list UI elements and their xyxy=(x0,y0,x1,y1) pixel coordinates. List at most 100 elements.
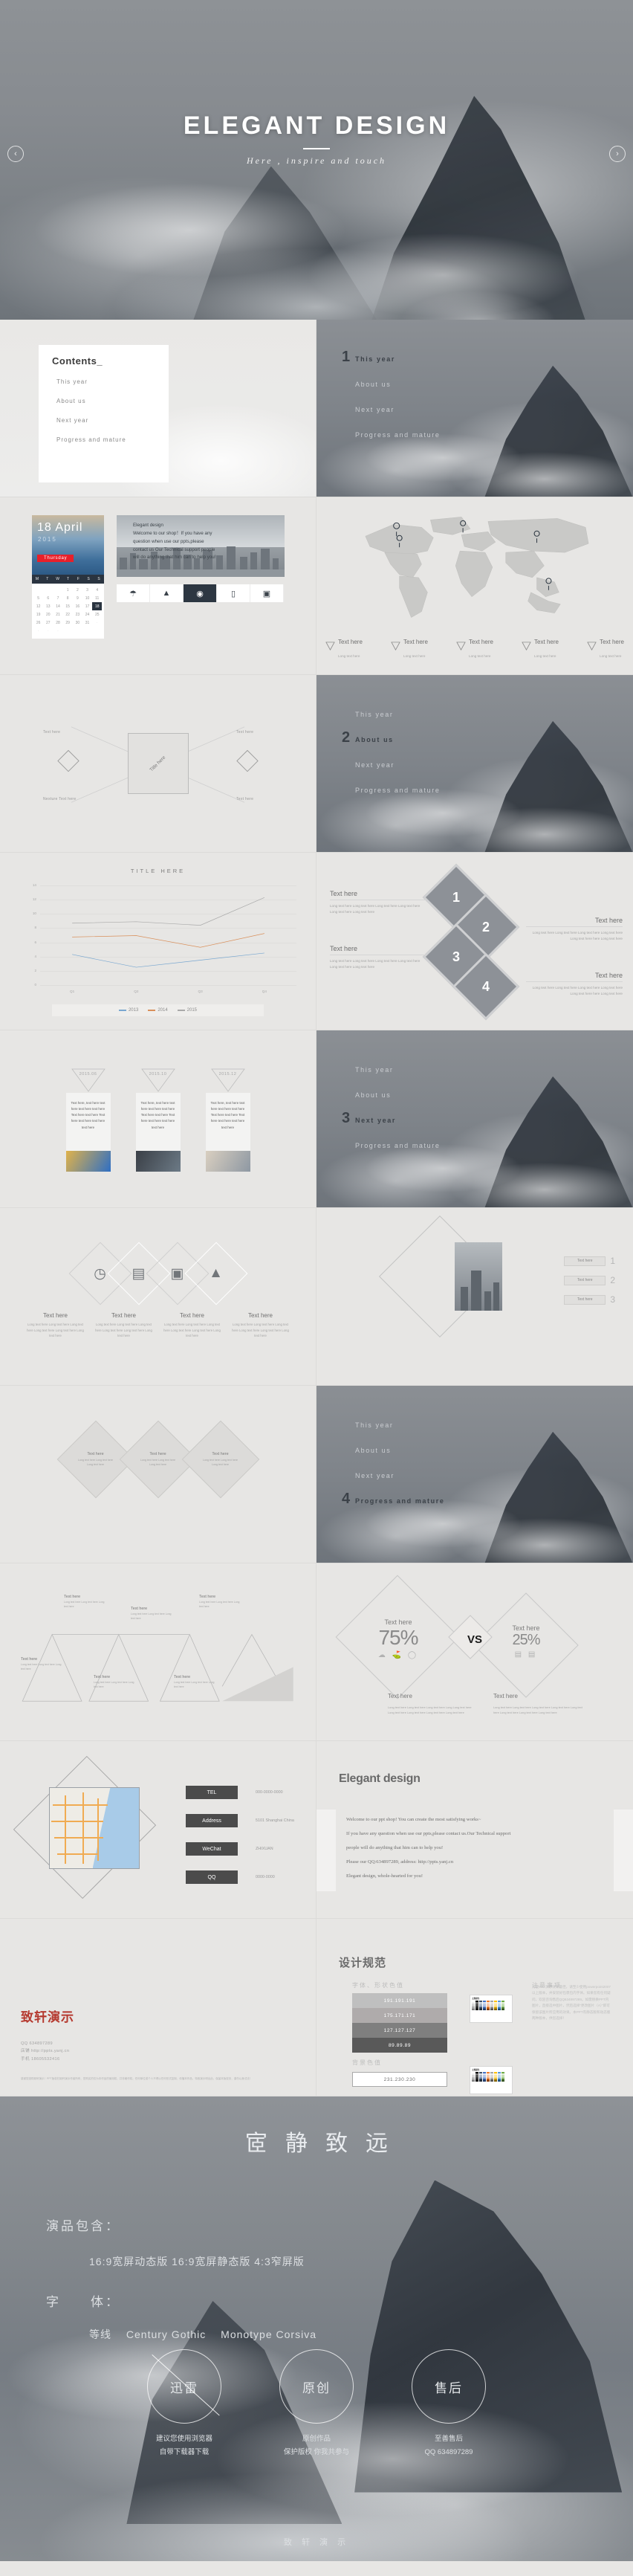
slide-contents[interactable]: Contents_ This year About us Next year P… xyxy=(0,320,316,497)
map-widget[interactable] xyxy=(13,1755,157,1899)
slide-contact-map[interactable]: TEL 000-0000-0000 Address 5101 Shanghai Ch… xyxy=(0,1741,316,1919)
calendar-day[interactable]: 5 xyxy=(33,594,43,602)
calendar-day[interactable]: 11 xyxy=(92,594,102,602)
calendar-day[interactable]: 30 xyxy=(73,619,82,627)
agenda-item-active[interactable]: 3 Next year xyxy=(316,1110,473,1128)
slide-divider-1[interactable]: 1 This year About us Next year Progress … xyxy=(316,320,633,497)
calendar-day[interactable]: 9 xyxy=(73,594,82,602)
slide-icon-diamonds[interactable]: ◷ ▤ ▣ ▲ Text here Long text here Long tex… xyxy=(0,1208,316,1386)
promo-circle-original[interactable]: 原创 xyxy=(279,2349,354,2424)
icon-toolbar[interactable]: ☂ ▲ ◉ ▯ ▣ xyxy=(117,584,284,602)
calendar-widget[interactable]: 18 April 2015 Thursday M T W T F S S 123… xyxy=(32,515,104,639)
slide-world-map[interactable]: Text here Long text here Text here Long tex… xyxy=(316,497,633,675)
calendar-day[interactable]: 1 xyxy=(63,586,73,594)
trio-diamond[interactable]: Text here Long text here Long text here L… xyxy=(119,1420,197,1499)
agenda-item[interactable]: Next year xyxy=(355,761,440,769)
calendar-day[interactable]: 24 xyxy=(82,610,92,619)
contents-card: Contents_ This year About us Next year P… xyxy=(39,345,169,482)
slide-photo-list[interactable]: Text here 1 Text here 2 Text here 3 xyxy=(316,1208,633,1386)
calendar-day[interactable]: 29 xyxy=(63,619,73,627)
agenda-item[interactable]: This year xyxy=(355,1421,444,1429)
agenda-item[interactable]: Next year xyxy=(355,1472,444,1479)
calendar-day[interactable]: 26 xyxy=(33,619,43,627)
calendar-day[interactable]: 12 xyxy=(33,602,43,610)
promo-circle-thunder[interactable]: 迅雷 xyxy=(147,2349,221,2424)
x-axis-tick: Q2 xyxy=(134,990,139,993)
icon-diamond[interactable]: ▲ xyxy=(184,1242,247,1305)
trio-diamond[interactable]: Text here Long text here Long text here L… xyxy=(181,1420,259,1499)
list-item[interactable]: Text here 1 xyxy=(564,1256,615,1266)
slide-elegant-text[interactable]: Elegant design Welcome to our ppt shop! … xyxy=(316,1741,633,1919)
calendar-day[interactable]: 6 xyxy=(43,594,53,602)
slide-line-chart[interactable]: TITLE HERE 0 2 4 6 8 10 12 14 Q1 Q2 Q3 Q4 2013 2014 2… xyxy=(0,853,316,1030)
calendar-day[interactable]: 25 xyxy=(92,610,102,619)
caption-title: Text here xyxy=(594,917,623,924)
mountain-icon[interactable]: ▲ xyxy=(150,584,184,602)
calendar-day[interactable]: 8 xyxy=(63,594,73,602)
slide-numbered-diamonds[interactable]: 1 2 3 4 Text here Long text here Long te… xyxy=(316,853,633,1030)
agenda-item[interactable]: Progress and mature xyxy=(355,1142,440,1149)
slide-divider-3[interactable]: This year About us 3 Next year Progress … xyxy=(316,1030,633,1208)
calendar-day[interactable]: 3 xyxy=(82,586,92,594)
calendar-day[interactable]: 15 xyxy=(63,602,73,610)
timeline-card[interactable]: 2015.06 Text here, text here text here te… xyxy=(65,1068,111,1172)
list-item[interactable]: Next year xyxy=(56,417,169,424)
agenda-item-active[interactable]: 2 About us xyxy=(316,729,473,747)
calendar-day[interactable]: 27 xyxy=(43,619,53,627)
timeline-card[interactable]: 2015.12 Text here, text here text here te… xyxy=(205,1068,250,1172)
agenda-item[interactable]: Next year xyxy=(355,406,440,413)
calendar-day[interactable]: 2 xyxy=(73,586,82,594)
printer-icon[interactable]: ▣ xyxy=(250,584,284,602)
list-item[interactable]: Text here 2 xyxy=(564,1275,615,1285)
slide-design-spec[interactable]: 设计规范 字体、形状色值 191.191.191 175.171.171 127… xyxy=(316,1919,633,2096)
prev-arrow-icon[interactable]: ‹ xyxy=(7,146,24,162)
calendar-day[interactable]: 16 xyxy=(73,602,82,610)
slide-divider-2[interactable]: This year 2 About us Next year Progress … xyxy=(316,675,633,853)
calendar-day[interactable]: 4 xyxy=(92,586,102,594)
slide-calendar[interactable]: 18 April 2015 Thursday M T W T F S S 123… xyxy=(0,497,316,675)
slide-fishbone[interactable]: Text here Long text here Long text here L… xyxy=(0,1563,316,1741)
calendar-day[interactable]: 22 xyxy=(63,610,73,619)
slide-mindmap[interactable]: Title here Text here Text here Nexture T… xyxy=(0,675,316,853)
calendar-day-grid[interactable]: 1 2 3 4 5 6 7 8 9 10 11 12 13 14 15 16 17 18 19 20 21 22 23 24 2… xyxy=(32,584,104,639)
agenda-item[interactable]: About us xyxy=(355,1447,444,1454)
calendar-day[interactable]: 19 xyxy=(33,610,43,619)
slide-trio-diamonds[interactable]: Text here Long text here Long text here L… xyxy=(0,1386,316,1563)
slide-vs-comparison[interactable]: Text here 75% ☁ ⛳ ◯ Text here 25% ▤ ▤ VS… xyxy=(316,1563,633,1741)
camera-icon[interactable]: ◉ xyxy=(184,584,217,602)
agenda-item[interactable]: This year xyxy=(355,1066,440,1074)
list-item[interactable]: Progress and mature xyxy=(56,436,169,443)
agenda-item-active[interactable]: 4 Progress and mature xyxy=(316,1491,473,1508)
calendar-day[interactable]: 18 xyxy=(92,602,103,610)
slide-timeline[interactable]: 2015.06 Text here, text here text here te… xyxy=(0,1030,316,1208)
list-item[interactable]: About us xyxy=(56,398,169,404)
slide-divider-4[interactable]: This year About us Next year 4 Progress … xyxy=(316,1386,633,1563)
calendar-day[interactable]: 7 xyxy=(53,594,62,602)
calendar-day[interactable]: 23 xyxy=(73,610,82,619)
calendar-day[interactable]: 17 xyxy=(82,602,92,610)
calendar-day[interactable]: 21 xyxy=(53,610,62,619)
calendar-day[interactable]: 10 xyxy=(82,594,92,602)
caption-title: Text here xyxy=(330,945,358,952)
agenda-item[interactable]: About us xyxy=(355,381,440,388)
timeline-card[interactable]: 2015.10 Text here, text here text here te… xyxy=(135,1068,181,1172)
next-arrow-icon[interactable]: › xyxy=(609,146,626,162)
agenda-item[interactable]: Progress and mature xyxy=(355,787,440,794)
laptop-icon[interactable]: ▯ xyxy=(217,584,250,602)
agenda-item[interactable]: About us xyxy=(355,1091,440,1099)
list-item[interactable]: This year xyxy=(56,378,169,385)
list-item[interactable]: Text here 3 xyxy=(564,1294,615,1305)
calendar-day[interactable]: 31 xyxy=(82,619,92,627)
calendar-day[interactable]: 28 xyxy=(53,619,62,627)
mindmap-center-node[interactable]: Title here xyxy=(127,733,189,794)
calendar-day[interactable]: 13 xyxy=(43,602,53,610)
trio-diamond[interactable]: Text here Long text here Long text here L… xyxy=(56,1420,134,1499)
slide-zhixuan-credits[interactable]: 致轩演示 QQ 634897289 店铺 http://ppts.yanj.cn… xyxy=(0,1919,316,2096)
agenda-item-active[interactable]: 1 This year xyxy=(316,349,473,367)
agenda-item[interactable]: Progress and mature xyxy=(355,431,440,439)
agenda-item[interactable]: This year xyxy=(355,711,440,718)
promo-circle-support[interactable]: 售后 xyxy=(412,2349,486,2424)
calendar-day[interactable]: 20 xyxy=(43,610,53,619)
lamp-icon[interactable]: ☂ xyxy=(117,584,150,602)
calendar-day[interactable]: 14 xyxy=(53,602,62,610)
